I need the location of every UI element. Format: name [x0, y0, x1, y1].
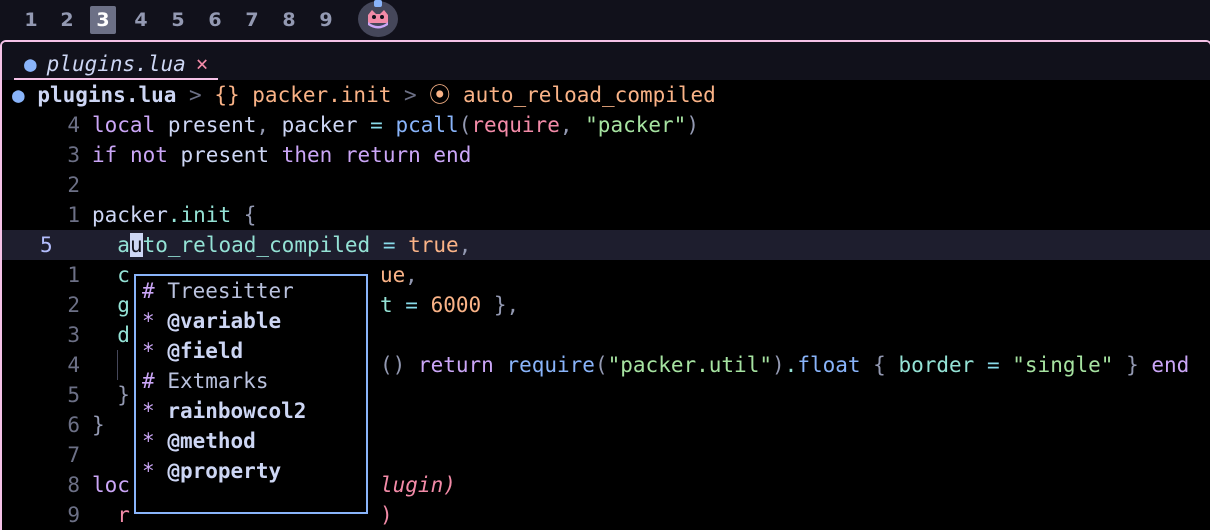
code-line: 1 packer.init {: [2, 200, 1210, 230]
code-line: 3 if not present then return end: [2, 140, 1210, 170]
popup-item-variable[interactable]: * @variable: [136, 306, 366, 336]
workspace-5[interactable]: 5: [165, 6, 191, 34]
highlight-inspect-popup: # Treesitter * @variable * @field # Extm…: [134, 274, 368, 514]
workspace-7[interactable]: 7: [239, 6, 265, 34]
line-number: 8: [67, 473, 80, 497]
line-number: 4: [67, 353, 80, 377]
workspace-1[interactable]: 1: [18, 6, 44, 34]
text-cursor: u: [129, 233, 143, 257]
workspace-6[interactable]: 6: [202, 6, 228, 34]
workspace-8[interactable]: 8: [276, 6, 302, 34]
line-number: 1: [67, 263, 80, 287]
popup-header-treesitter: # Treesitter: [142, 279, 294, 303]
line-number: 3: [67, 323, 80, 347]
line-number: 2: [67, 173, 80, 197]
breadcrumb-file[interactable]: plugins.lua: [37, 83, 176, 107]
workspace-2[interactable]: 2: [54, 6, 80, 34]
lua-icon: ●: [24, 52, 37, 76]
code-line: 4 local present, packer = pcall(require, …: [2, 110, 1210, 140]
line-number: 7: [67, 443, 80, 467]
popup-item-property[interactable]: * @property: [136, 456, 366, 486]
breadcrumb-separator: >: [176, 83, 215, 107]
current-code-line: 5 auto_reload_compiled = true,: [2, 230, 1210, 260]
braces-icon: {}: [214, 83, 240, 107]
popup-header-extmarks: # Extmarks: [142, 369, 269, 393]
popup-item-rainbowcol2[interactable]: * rainbowcol2: [136, 396, 366, 426]
indent-guide: [117, 350, 119, 380]
tab-label: plugins.lua: [46, 52, 186, 76]
breadcrumb-scope[interactable]: packer.init: [252, 83, 391, 107]
breadcrumb-field[interactable]: auto_reload_compiled: [463, 83, 716, 107]
breadcrumb: ● plugins.lua > {} packer.init > ⦿ auto_…: [2, 80, 716, 110]
field-icon: ⦿: [429, 83, 451, 107]
line-number: 3: [67, 143, 80, 167]
line-number: 9: [67, 503, 80, 527]
workspace-9[interactable]: 9: [313, 6, 339, 34]
workspace-bar: 1 2 3 4 5 6 7 8 9: [0, 0, 1210, 40]
close-icon[interactable]: ×: [196, 52, 209, 76]
tab-plugins-lua[interactable]: ● plugins.lua ×: [14, 50, 219, 80]
line-number: 4: [67, 113, 80, 137]
tabline: ● plugins.lua ×: [2, 42, 1210, 80]
line-number: 5: [67, 383, 80, 407]
popup-item-field[interactable]: * @field: [136, 336, 366, 366]
breadcrumb-separator: >: [391, 83, 430, 107]
app-mascot-icon[interactable]: [358, 0, 398, 37]
code-line: 2: [2, 170, 1210, 200]
lua-icon: ●: [12, 83, 25, 107]
popup-item-method[interactable]: * @method: [136, 426, 366, 456]
workspace-4[interactable]: 4: [128, 6, 154, 34]
workspace-3[interactable]: 3: [90, 6, 116, 34]
line-number: 6: [67, 413, 80, 437]
line-number: 1: [67, 203, 80, 227]
line-number: 2: [67, 293, 80, 317]
